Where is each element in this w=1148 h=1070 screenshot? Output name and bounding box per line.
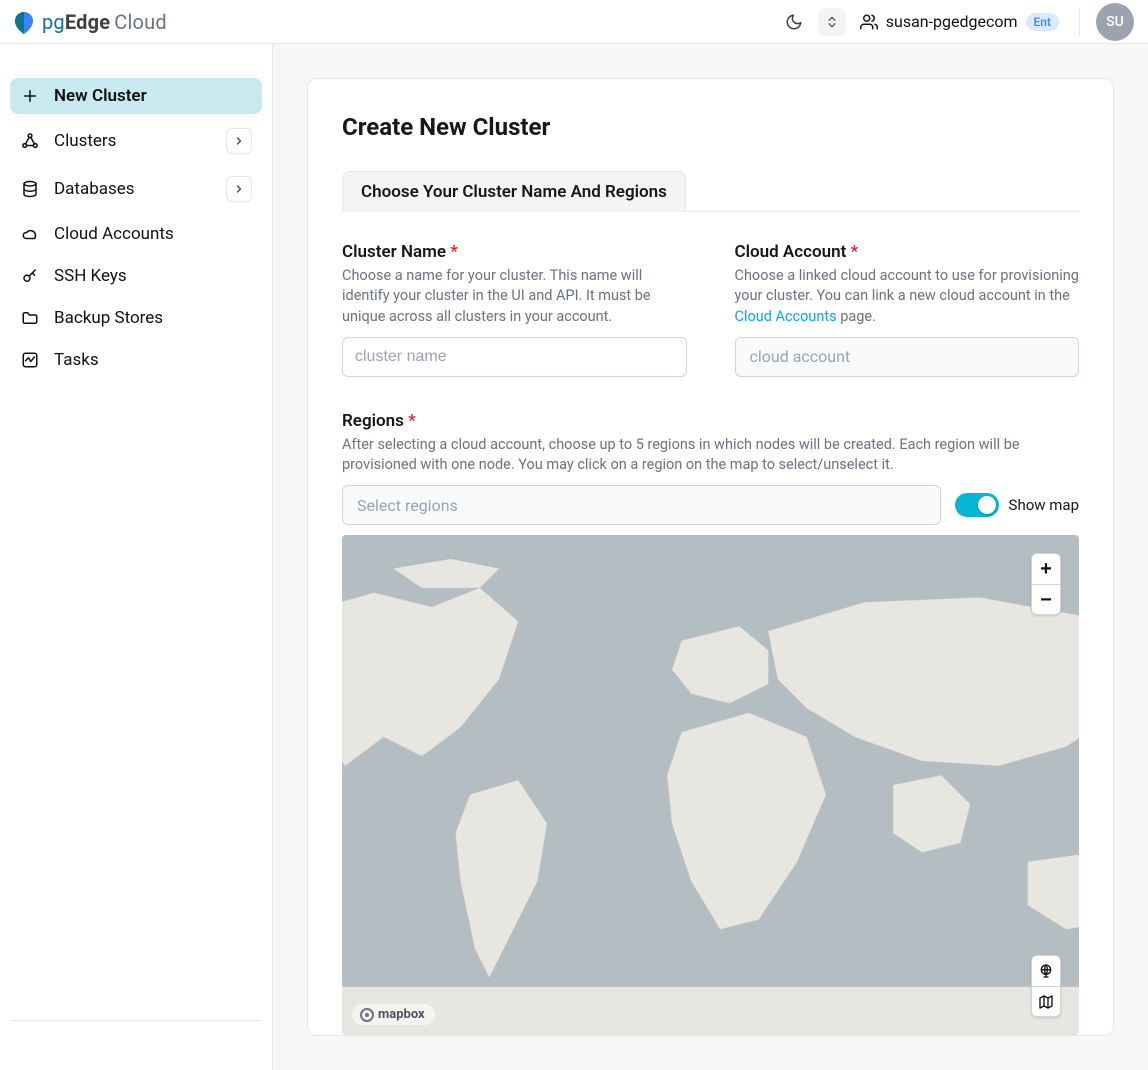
- globe-icon: [1038, 963, 1054, 979]
- regions-select[interactable]: Select regions: [342, 485, 941, 525]
- map-icon: [1038, 994, 1054, 1010]
- logo-mark-icon: [10, 9, 38, 35]
- create-cluster-card: Create New Cluster Choose Your Cluster N…: [307, 78, 1114, 1036]
- cloud-account-select[interactable]: cloud account: [735, 337, 1080, 377]
- brand-logo[interactable]: pgEdgeCloud: [10, 9, 167, 35]
- org-switcher-button[interactable]: [818, 8, 846, 36]
- field-label: Regions *: [342, 411, 1079, 431]
- regions-field: Regions * After selecting a cloud accoun…: [342, 411, 1079, 1036]
- field-help: Choose a linked cloud account to use for…: [735, 266, 1080, 327]
- map-tool-controls: [1031, 955, 1061, 1017]
- chevron-right-icon[interactable]: [226, 128, 252, 154]
- page-title: Create New Cluster: [342, 113, 1079, 141]
- sidebar-item-label: Cloud Accounts: [54, 224, 252, 244]
- field-help: After selecting a cloud account, choose …: [342, 435, 1079, 476]
- cloud-accounts-link[interactable]: Cloud Accounts: [735, 308, 837, 325]
- show-map-toggle[interactable]: [955, 493, 999, 517]
- main-content: Create New Cluster Choose Your Cluster N…: [273, 44, 1148, 1070]
- map-zoom-controls: + −: [1031, 553, 1061, 615]
- sidebar-item-new-cluster[interactable]: New Cluster: [10, 78, 262, 114]
- cloud-icon: [20, 224, 40, 244]
- sidebar-item-tasks[interactable]: Tasks: [10, 342, 262, 378]
- sidebar-item-databases[interactable]: Databases: [10, 168, 262, 210]
- map-globe-button[interactable]: [1032, 956, 1060, 986]
- sidebar-item-backup-stores[interactable]: Backup Stores: [10, 300, 262, 336]
- sidebar-item-label: Tasks: [54, 350, 252, 370]
- mapbox-logo-icon: [360, 1008, 374, 1022]
- cloud-account-field: Cloud Account * Choose a linked cloud ac…: [735, 242, 1080, 377]
- sidebar-item-label: New Cluster: [54, 86, 252, 106]
- key-icon: [20, 266, 40, 286]
- sidebar-item-label: SSH Keys: [54, 266, 252, 286]
- section-tab: Choose Your Cluster Name And Regions: [342, 171, 686, 212]
- theme-toggle-icon[interactable]: [780, 8, 808, 36]
- sidebar-item-label: Databases: [54, 179, 212, 199]
- field-label: Cloud Account *: [735, 242, 1080, 262]
- map-flat-button[interactable]: [1032, 986, 1060, 1016]
- plus-icon: [20, 86, 40, 106]
- map-zoom-out-button[interactable]: −: [1032, 584, 1060, 614]
- topbar: pgEdgeCloud susan-pgedgecom Ent SU: [0, 0, 1148, 44]
- org-display[interactable]: susan-pgedgecom Ent: [860, 12, 1059, 31]
- cluster-icon: [20, 131, 40, 151]
- sidebar-footer: [10, 1020, 262, 1060]
- chevron-right-icon[interactable]: [226, 176, 252, 202]
- logo-text: pgEdgeCloud: [42, 10, 167, 34]
- map-attribution[interactable]: mapbox: [352, 1004, 435, 1025]
- cluster-name-field: Cluster Name * Choose a name for your cl…: [342, 242, 687, 377]
- sidebar-item-clusters[interactable]: Clusters: [10, 120, 262, 162]
- divider: [1079, 8, 1080, 36]
- folder-icon: [20, 308, 40, 328]
- region-map[interactable]: + − mapbox: [342, 535, 1079, 1035]
- sidebar: New Cluster Clusters Databases: [0, 44, 273, 1070]
- sidebar-item-ssh-keys[interactable]: SSH Keys: [10, 258, 262, 294]
- field-label: Cluster Name *: [342, 242, 687, 262]
- field-help: Choose a name for your cluster. This nam…: [342, 266, 687, 327]
- sidebar-item-label: Clusters: [54, 131, 212, 151]
- sidebar-item-cloud-accounts[interactable]: Cloud Accounts: [10, 216, 262, 252]
- world-map-icon: [342, 535, 1079, 1035]
- plan-badge: Ent: [1026, 13, 1059, 31]
- activity-icon: [20, 350, 40, 370]
- cluster-name-input[interactable]: [342, 337, 687, 377]
- user-avatar[interactable]: SU: [1096, 3, 1134, 41]
- org-name: susan-pgedgecom: [886, 12, 1018, 31]
- sidebar-item-label: Backup Stores: [54, 308, 252, 328]
- map-zoom-in-button[interactable]: +: [1032, 554, 1060, 584]
- database-icon: [20, 179, 40, 199]
- users-icon: [860, 13, 878, 31]
- show-map-label: Show map: [1009, 496, 1079, 514]
